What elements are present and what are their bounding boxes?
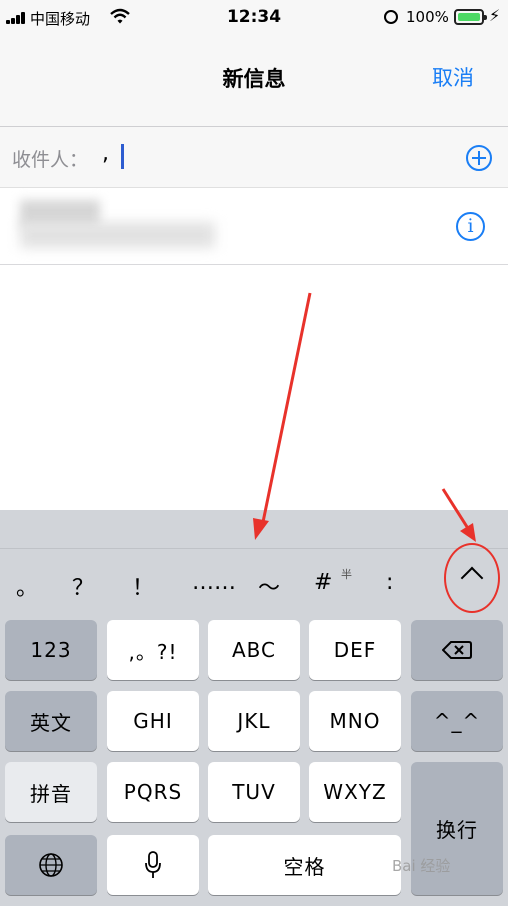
battery-icon bbox=[454, 9, 487, 25]
key-wxyz[interactable]: WXYZ bbox=[309, 762, 401, 822]
key-mno[interactable]: MNO bbox=[309, 691, 401, 751]
key-pqrs[interactable]: PQRS bbox=[107, 762, 199, 822]
battery-percentage: 100% bbox=[406, 8, 449, 26]
key-def[interactable]: DEF bbox=[309, 620, 401, 680]
blurred-contact-detail bbox=[20, 222, 215, 248]
contact-suggestion-row[interactable] bbox=[0, 188, 508, 265]
backspace-icon bbox=[442, 641, 472, 659]
candidate-period[interactable]: 。 bbox=[16, 570, 38, 602]
key-english[interactable]: 英文 bbox=[5, 691, 97, 751]
candidate-question[interactable]: ？ bbox=[72, 570, 94, 602]
recipient-row[interactable]: 收件人： , bbox=[0, 127, 508, 188]
status-bar: 中国移动 12:34 100% ⚡ bbox=[0, 0, 508, 36]
delete-key[interactable] bbox=[411, 620, 503, 680]
recipient-input-text[interactable]: , bbox=[102, 141, 109, 166]
charging-bolt-icon: ⚡ bbox=[489, 6, 501, 25]
candidate-tilde[interactable]: ～ bbox=[258, 570, 280, 602]
key-jkl[interactable]: JKL bbox=[208, 691, 300, 751]
globe-icon bbox=[39, 853, 63, 877]
orientation-lock-icon bbox=[384, 10, 398, 24]
key-tuv[interactable]: TUV bbox=[208, 762, 300, 822]
add-contact-icon[interactable] bbox=[466, 145, 492, 171]
navigation-bar: 新信息 取消 bbox=[0, 36, 508, 127]
candidate-bar-divider bbox=[0, 548, 508, 549]
text-cursor bbox=[121, 144, 124, 169]
microphone-icon bbox=[145, 851, 161, 878]
microphone-key[interactable] bbox=[107, 835, 199, 895]
key-ghi[interactable]: GHI bbox=[107, 691, 199, 751]
cancel-button[interactable]: 取消 bbox=[432, 62, 474, 92]
key-abc[interactable]: ABC bbox=[208, 620, 300, 680]
globe-key[interactable] bbox=[5, 835, 97, 895]
watermark: Bai 经验 bbox=[392, 857, 451, 875]
space-key[interactable]: 空格 bbox=[208, 835, 401, 895]
candidate-hash[interactable]: # bbox=[314, 570, 332, 595]
key-emoticon[interactable]: ^_^ bbox=[411, 691, 503, 751]
info-icon[interactable]: i bbox=[456, 212, 485, 241]
candidate-colon[interactable]: : bbox=[386, 570, 393, 595]
key-punctuation[interactable]: ,。?! bbox=[107, 620, 199, 680]
candidate-ellipsis[interactable]: …… bbox=[192, 570, 236, 595]
candidate-exclamation[interactable]: ！ bbox=[132, 570, 154, 602]
recipient-label: 收件人： bbox=[12, 149, 89, 171]
key-pinyin[interactable]: 拼音 bbox=[5, 762, 97, 822]
key-123[interactable]: 123 bbox=[5, 620, 97, 680]
half-width-label: 半 bbox=[341, 568, 352, 581]
